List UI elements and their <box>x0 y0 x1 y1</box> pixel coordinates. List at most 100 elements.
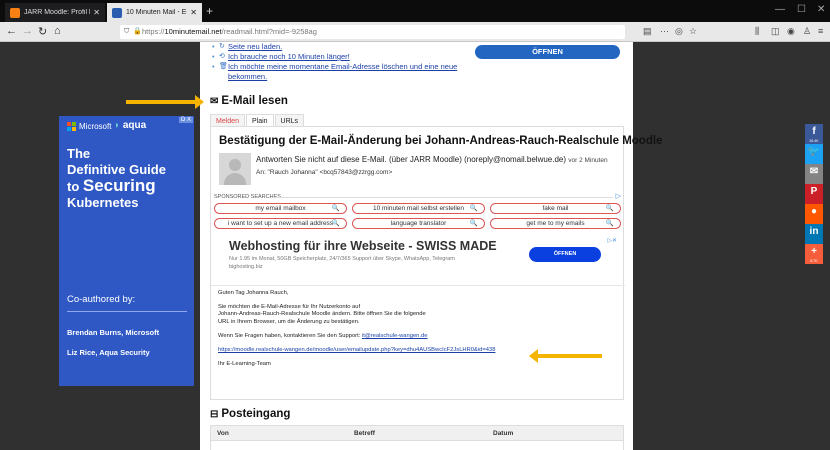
url-bar[interactable]: ⛉ 🔒 https://10minutemail.net/readmail.ht… <box>120 25 625 39</box>
reload-icon[interactable]: ↻ <box>38 25 47 38</box>
mail-share-button[interactable]: ✉ <box>805 164 823 184</box>
page-viewport: D X Microsoft ◗ aqua The Definitive Guid… <box>0 42 830 450</box>
pinterest-icon: P <box>810 186 818 197</box>
more-share-button[interactable]: +8.7K <box>805 244 823 264</box>
url-prefix: https:// <box>142 27 165 36</box>
ad-headline-line: to Securing <box>67 176 166 195</box>
avatar-body <box>224 173 246 185</box>
read-mail-title: E-Mail lesen <box>221 95 288 107</box>
search-pill[interactable]: my email mailbox 🔍 <box>214 203 347 214</box>
confirm-url-link[interactable]: https://moodle.realschule-wangen.de/mood… <box>218 347 495 353</box>
mail-body-divider <box>211 285 625 286</box>
back-icon[interactable]: ← <box>6 25 17 37</box>
tab-label: JARR Moodle: Profil bearbeiten <box>24 9 90 16</box>
linkedin-share-button[interactable]: in <box>805 224 823 244</box>
trash-icon: 🗑 <box>219 63 228 70</box>
support-email-link[interactable]: it@realschule-wangen.de <box>362 333 428 339</box>
mail-age: vor 2 Minuten <box>568 157 608 164</box>
ad-title: Webhosting für ihre Webseite - SWISS MAD… <box>229 239 497 253</box>
url-path: /readmail.html?mid=-9258ag <box>221 27 317 36</box>
pinterest-share-button[interactable]: P <box>805 184 823 204</box>
aqua-brand: aqua <box>122 120 147 131</box>
search-pill[interactable]: i want to set up a new email address 🔍 <box>214 218 347 229</box>
kubernetes-guide-ad[interactable]: D X Microsoft ◗ aqua The Definitive Guid… <box>59 116 194 386</box>
browser-tab-moodle[interactable]: JARR Moodle: Profil bearbeiten ✕ <box>5 3 105 22</box>
mail-sender: Antworten Sie nicht auf diese E-Mail. (ü… <box>256 155 608 164</box>
bookmark-star-icon[interactable]: ☆ <box>689 26 697 37</box>
menu-icon[interactable]: ≡ <box>818 26 823 36</box>
close-tab-icon[interactable]: ✕ <box>93 8 100 17</box>
mail-signoff: Ihr E-Learning-Team <box>218 361 271 368</box>
search-pill-label: my email mailbox <box>255 205 306 212</box>
open-button-top[interactable]: ÖFFNEN <box>475 45 620 59</box>
table-row[interactable] <box>210 441 624 450</box>
mail-subject: Bestätigung der E-Mail-Änderung bei Joha… <box>219 135 663 147</box>
linkedin-icon: in <box>809 226 819 237</box>
ad-headline-securing: Securing <box>82 176 156 195</box>
main-content: • ↻ Seite neu laden. • ⟲ Ich brauche noch 10… <box>200 42 662 450</box>
microsoft-squares-icon <box>67 122 76 131</box>
tab-label: 10 Minuten Mail - E-Mail lesen <box>126 9 187 16</box>
close-window-icon[interactable]: ✕ <box>817 4 825 15</box>
mail-body: Guten Tag Johanna Rauch, Sie möchten die… <box>218 290 618 375</box>
ad-open-button[interactable]: ÖFFNEN <box>529 247 601 262</box>
delete-address-link[interactable]: Ich möchte meine momentane Email-Adresse… <box>228 62 462 82</box>
search-pill-label: 10 minuten mail selbst erstellen <box>372 205 465 212</box>
ad-headline-line: Kubernetes <box>67 195 139 210</box>
facebook-share-button[interactable]: f 26.4K <box>805 124 823 144</box>
close-tab-icon[interactable]: ✕ <box>190 8 197 17</box>
new-tab-icon[interactable]: + <box>206 4 213 18</box>
search-pill-label: get me to my emails <box>526 220 585 227</box>
reader-view-icon[interactable]: ▤ <box>643 26 652 37</box>
mail-recipient: An: "Rauch Johanna" <bcq57843@zzrgg.com> <box>256 169 393 176</box>
page-actions-icon[interactable]: ··· <box>660 26 669 36</box>
share-count: 8.7K <box>810 259 818 263</box>
extension-icon[interactable]: ◉ <box>787 26 795 37</box>
column-header-betreff: Betreff <box>354 430 375 437</box>
bullet: • <box>212 42 215 51</box>
annotation-arrow-right <box>126 95 204 109</box>
search-pill[interactable]: get me to my emails 🔍 <box>490 218 621 229</box>
bullet: • <box>212 52 215 61</box>
forward-icon[interactable]: → <box>22 25 33 37</box>
ad-choices-badge[interactable]: D X <box>178 117 193 123</box>
microsoft-brand: Microsoft <box>79 122 112 131</box>
extend-10-minutes-link[interactable]: Ich brauche noch 10 Minuten länger! <box>228 52 350 62</box>
mail-support: Wenn Sie Fragen haben, kontaktieren Sie … <box>218 333 618 340</box>
reddit-icon: ● <box>810 206 818 217</box>
home-icon[interactable]: ⌂ <box>54 25 61 37</box>
webhosting-ad[interactable]: Webhosting für ihre Webseite - SWISS MAD… <box>221 237 617 277</box>
reload-page-link[interactable]: Seite neu laden. <box>228 42 282 52</box>
pocket-icon[interactable]: ◎ <box>675 26 683 37</box>
aqua-logo: ◗ aqua <box>114 120 146 131</box>
sponsored-searches: SPONSORED SEARCHES ▷ <box>211 192 625 200</box>
action-delete: • 🗑 Ich möchte meine momentane Email-Adres… <box>212 62 462 82</box>
annotation-arrow-left <box>537 354 602 358</box>
search-pill[interactable]: language translator 🔍 <box>352 218 485 229</box>
avatar-head <box>229 159 241 171</box>
inbox-heading: ⊟ Posteingang <box>210 408 290 420</box>
more-share-icon: + <box>811 246 817 257</box>
reddit-share-button[interactable]: ● <box>805 204 823 224</box>
account-icon[interactable]: ♙ <box>803 26 811 37</box>
maximize-icon[interactable]: ☐ <box>797 4 806 15</box>
envelope-open-icon: ✉ <box>210 95 219 107</box>
library-icon[interactable]: ⫼ <box>755 26 759 37</box>
twitter-share-button[interactable]: 🐦 <box>805 144 823 164</box>
sponsored-label: SPONSORED SEARCHES <box>214 194 281 200</box>
ad-close-icon[interactable]: ▷✕ <box>607 237 617 244</box>
action-extend: • ⟲ Ich brauche noch 10 Minuten länger! <box>212 52 462 62</box>
browser-tab-10minutemail[interactable]: 10 Minuten Mail - E-Mail lesen ✕ <box>107 3 202 22</box>
search-pill[interactable]: fake mail 🔍 <box>490 203 621 214</box>
sidebar-icon[interactable]: ◫ <box>771 26 780 37</box>
search-pill[interactable]: 10 minuten mail selbst erstellen 🔍 <box>352 203 485 214</box>
support-text: Wenn Sie Fragen haben, kontaktieren Sie … <box>218 332 361 339</box>
browser-nav-bar: ← → ↻ ⌂ ⛉ 🔒 https://10minutemail.net/rea… <box>0 22 830 42</box>
mail-line: Sie möchten die E-Mail-Adresse für Ihr N… <box>218 304 361 311</box>
search-icon: 🔍 <box>605 220 614 227</box>
search-pill-label: language translator <box>390 220 447 227</box>
ad-choices-icon[interactable]: ▷ <box>616 192 621 200</box>
minimize-icon[interactable]: — <box>775 4 785 15</box>
mail-share-icon: ✉ <box>809 166 819 177</box>
search-icon: 🔍 <box>469 205 478 212</box>
